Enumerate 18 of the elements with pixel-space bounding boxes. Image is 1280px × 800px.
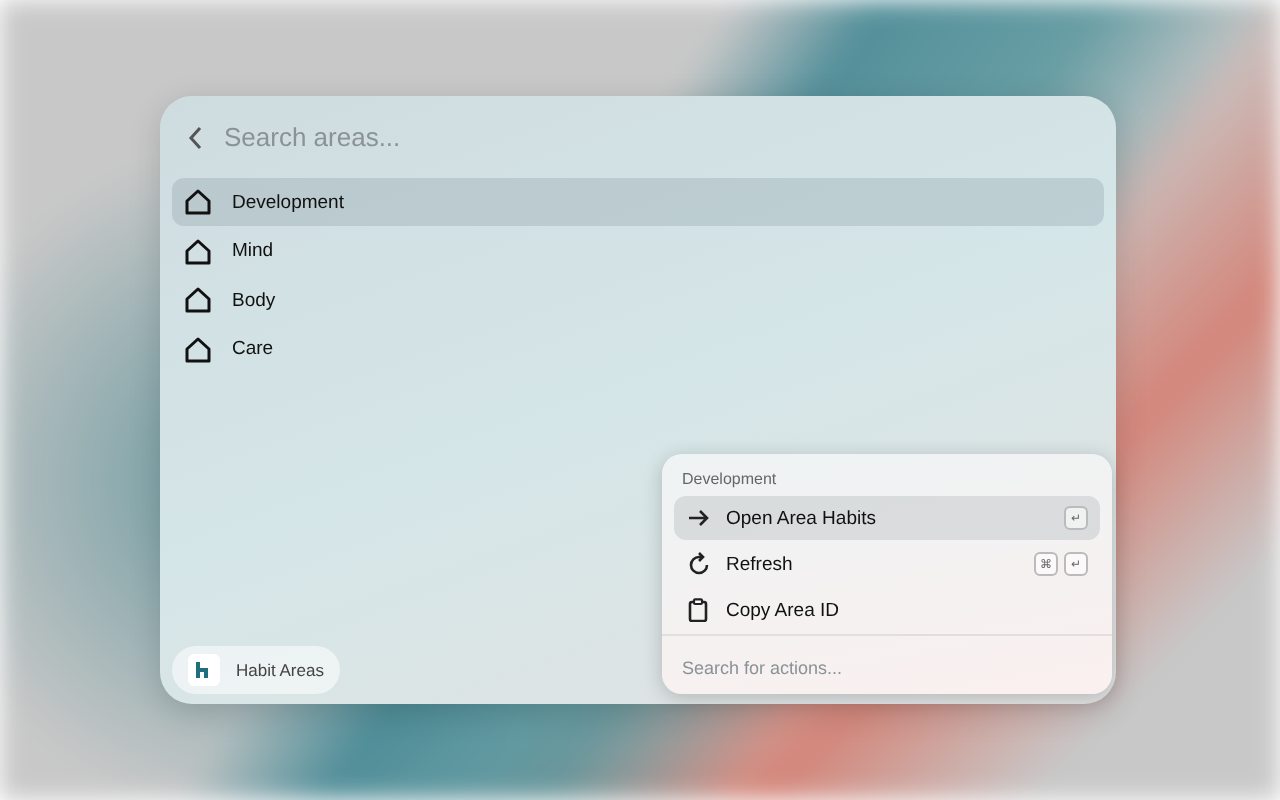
back-icon[interactable] — [188, 125, 204, 149]
clipboard-icon — [688, 598, 708, 622]
house-icon — [184, 335, 212, 363]
area-list-item[interactable]: Mind — [172, 227, 1104, 275]
search-field[interactable]: Search areas... — [224, 122, 824, 152]
house-icon — [184, 286, 212, 314]
house-icon — [184, 188, 212, 216]
area-list-item[interactable]: Body — [172, 276, 1104, 324]
app-logo-icon — [188, 654, 220, 686]
action-menu-item[interactable]: Copy Area ID — [674, 588, 1100, 632]
area-list-item[interactable]: Development — [172, 178, 1104, 226]
app-name-chip[interactable]: Habit Areas — [172, 646, 340, 694]
arrow-icon — [687, 508, 709, 528]
action-panel-title: Development — [680, 468, 779, 492]
action-search-field[interactable]: Search for actions... — [682, 658, 1082, 678]
house-icon — [184, 237, 212, 265]
refresh-icon — [687, 552, 709, 576]
area-list-item[interactable]: Care — [172, 325, 1104, 373]
